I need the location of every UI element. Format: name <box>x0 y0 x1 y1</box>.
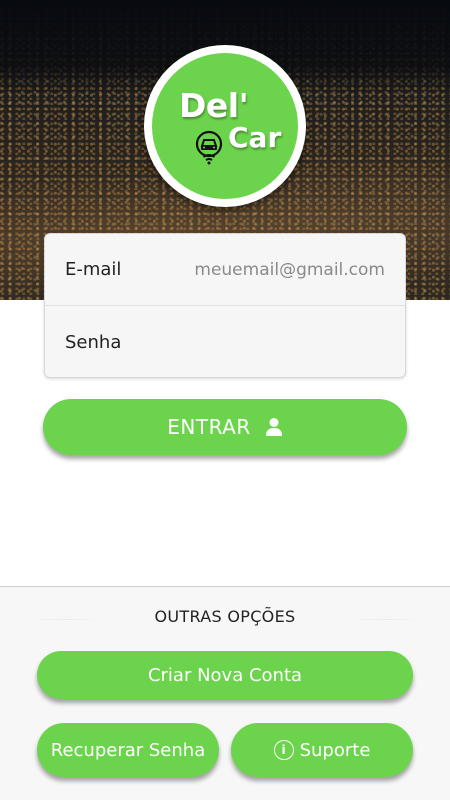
car-wifi-icon <box>195 130 223 165</box>
logo-badge: Del' Car <box>152 53 298 199</box>
create-account-label: Criar Nova Conta <box>147 664 303 686</box>
app-logo: Del' Car <box>144 45 306 207</box>
create-account-button[interactable]: Criar Nova Conta <box>37 651 413 699</box>
user-icon <box>265 418 282 436</box>
support-button[interactable]: i Suporte <box>231 723 413 777</box>
info-icon: i <box>273 740 294 760</box>
password-field[interactable] <box>175 332 385 352</box>
login-button[interactable]: ENTRAR <box>43 399 407 455</box>
support-label: Suporte <box>299 739 371 761</box>
email-label: E-mail <box>65 259 122 280</box>
login-form: E-mail Senha <box>44 233 406 378</box>
login-button-label: ENTRAR <box>167 415 251 439</box>
logo-text-del: Del' <box>179 86 249 125</box>
password-label: Senha <box>65 331 122 353</box>
recover-password-button[interactable]: Recuperar Senha <box>37 723 219 777</box>
divider-right <box>350 619 420 620</box>
other-options-title: OUTRAS OPÇÕES <box>154 607 296 626</box>
email-field[interactable] <box>175 259 385 280</box>
recover-password-label: Recuperar Senha <box>50 739 206 761</box>
logo-text-car: Car <box>228 121 282 154</box>
password-row: Senha <box>45 306 405 378</box>
other-options-panel: OUTRAS OPÇÕES Criar Nova Conta Recuperar… <box>0 586 450 800</box>
email-row: E-mail <box>45 234 405 306</box>
